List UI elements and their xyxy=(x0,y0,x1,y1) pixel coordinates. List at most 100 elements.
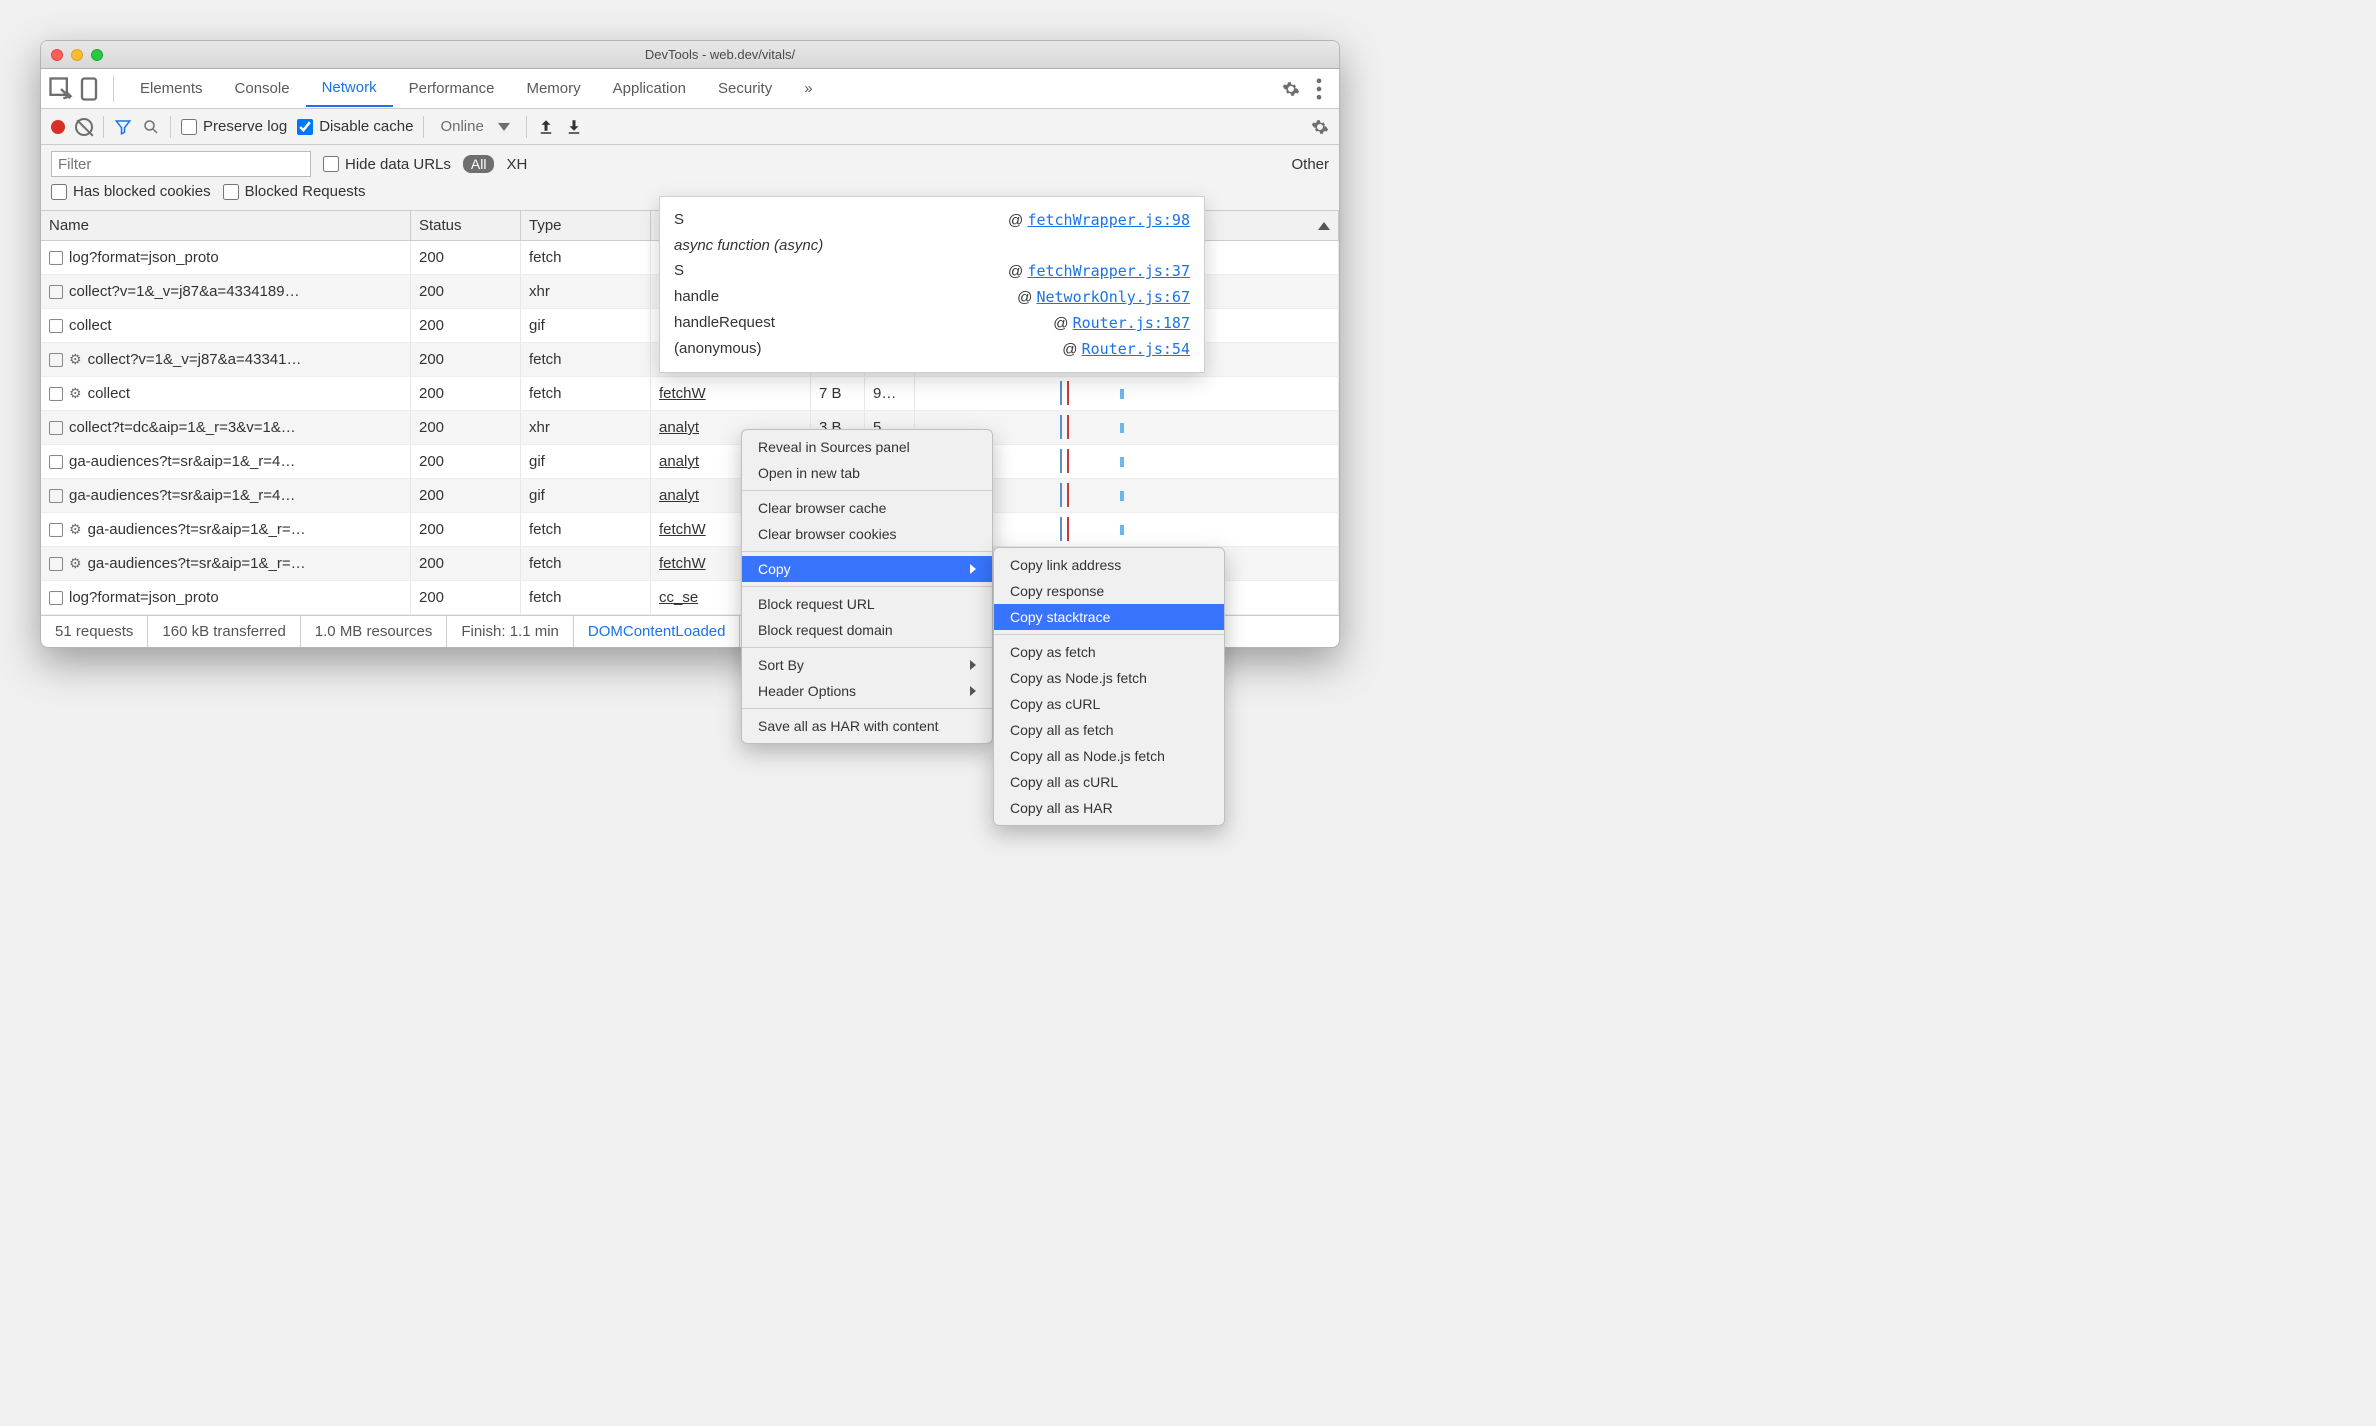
search-icon[interactable] xyxy=(142,118,160,136)
file-icon xyxy=(49,319,63,333)
request-name: collect?v=1&_v=j87&a=43341… xyxy=(88,351,302,368)
gear-icon: ⚙ xyxy=(69,555,82,572)
throttling-select[interactable]: Online xyxy=(434,118,515,135)
type-cell: fetch xyxy=(521,241,651,274)
request-name: collect?v=1&_v=j87&a=4334189… xyxy=(69,283,300,300)
initiator-cell[interactable]: fetchW xyxy=(651,377,811,410)
file-icon xyxy=(49,285,63,299)
menu-save-har[interactable]: Save all as HAR with content xyxy=(742,713,992,739)
tab-application[interactable]: Application xyxy=(597,71,702,106)
file-icon xyxy=(49,489,63,503)
request-name: collect xyxy=(88,385,131,402)
stack-link[interactable]: fetchWrapper.js:98 xyxy=(1027,211,1190,229)
blocked-requests-checkbox[interactable]: Blocked Requests xyxy=(223,183,366,200)
request-name: ga-audiences?t=sr&aip=1&_r=… xyxy=(88,555,306,572)
inspect-icon[interactable] xyxy=(47,75,75,103)
menu-copy[interactable]: Copy xyxy=(742,556,992,582)
window-title: DevTools - web.dev/vitals/ xyxy=(111,47,1329,62)
size-cell: 7 B xyxy=(811,377,865,410)
submenu-copy-all-har[interactable]: Copy all as HAR xyxy=(994,795,1224,821)
type-cell: xhr xyxy=(521,411,651,444)
titlebar: DevTools - web.dev/vitals/ xyxy=(41,41,1339,69)
tab-performance[interactable]: Performance xyxy=(393,71,511,106)
col-type[interactable]: Type xyxy=(521,211,651,240)
chevron-down-icon xyxy=(498,123,510,131)
tab-network[interactable]: Network xyxy=(306,70,393,107)
disable-cache-checkbox[interactable]: Disable cache xyxy=(297,118,413,135)
submenu-copy-fetch[interactable]: Copy as fetch xyxy=(994,639,1224,665)
type-cell: gif xyxy=(521,479,651,512)
col-status[interactable]: Status xyxy=(411,211,521,240)
upload-icon[interactable] xyxy=(537,118,555,136)
filter-type-xhr[interactable]: XH xyxy=(506,156,527,173)
menu-sort-by[interactable]: Sort By xyxy=(742,652,992,678)
download-icon[interactable] xyxy=(565,118,583,136)
submenu-copy-curl[interactable]: Copy as cURL xyxy=(994,691,1224,717)
tabs-overflow[interactable]: » xyxy=(788,71,828,106)
menu-open-new-tab[interactable]: Open in new tab xyxy=(742,460,992,486)
submenu-copy-all-curl[interactable]: Copy all as cURL xyxy=(994,769,1224,795)
menu-block-domain[interactable]: Block request domain xyxy=(742,617,992,643)
status-cell: 200 xyxy=(411,513,521,546)
table-row[interactable]: ⚙ga-audiences?t=sr&aip=1&_r=…200fetchfet… xyxy=(41,513,1339,547)
footer-finish: Finish: 1.1 min xyxy=(447,616,574,647)
request-name: log?format=json_proto xyxy=(69,589,219,606)
submenu-copy-all-fetch[interactable]: Copy all as fetch xyxy=(994,717,1224,743)
status-cell: 200 xyxy=(411,581,521,614)
table-row[interactable]: ga-audiences?t=sr&aip=1&_r=4…200gifanaly… xyxy=(41,479,1339,513)
status-cell: 200 xyxy=(411,479,521,512)
submenu-copy-stacktrace[interactable]: Copy stacktrace xyxy=(994,604,1224,630)
hide-data-urls-checkbox[interactable]: Hide data URLs xyxy=(323,156,451,173)
filter-all-pill[interactable]: All xyxy=(463,155,495,173)
col-name[interactable]: Name xyxy=(41,211,411,240)
filter-type-other[interactable]: Other xyxy=(1291,156,1329,173)
record-icon[interactable] xyxy=(51,120,65,134)
status-cell: 200 xyxy=(411,411,521,444)
gear-icon: ⚙ xyxy=(69,521,82,538)
has-blocked-cookies-checkbox[interactable]: Has blocked cookies xyxy=(51,183,211,200)
status-cell: 200 xyxy=(411,275,521,308)
menu-clear-cookies[interactable]: Clear browser cookies xyxy=(742,521,992,547)
network-settings-icon[interactable] xyxy=(1311,118,1329,136)
tab-memory[interactable]: Memory xyxy=(510,71,596,106)
type-cell: fetch xyxy=(521,547,651,580)
file-icon xyxy=(49,251,63,265)
device-icon[interactable] xyxy=(75,75,103,103)
tab-console[interactable]: Console xyxy=(219,71,306,106)
tab-elements[interactable]: Elements xyxy=(124,71,219,106)
menu-reveal-sources[interactable]: Reveal in Sources panel xyxy=(742,434,992,460)
kebab-icon[interactable] xyxy=(1305,75,1333,103)
footer-transferred: 160 kB transferred xyxy=(148,616,300,647)
stack-link[interactable]: NetworkOnly.js:67 xyxy=(1036,288,1190,306)
file-icon xyxy=(49,455,63,469)
chevron-right-icon xyxy=(970,686,976,696)
stack-link[interactable]: Router.js:54 xyxy=(1082,340,1190,358)
preserve-log-checkbox[interactable]: Preserve log xyxy=(181,118,287,135)
status-cell: 200 xyxy=(411,445,521,478)
clear-icon[interactable] xyxy=(75,118,93,136)
filter-input[interactable] xyxy=(51,151,311,177)
zoom-icon[interactable] xyxy=(91,49,103,61)
file-icon xyxy=(49,591,63,605)
request-name: collect?t=dc&aip=1&_r=3&v=1&… xyxy=(69,419,296,436)
table-row[interactable]: ga-audiences?t=sr&aip=1&_r=4…200gifanaly… xyxy=(41,445,1339,479)
menu-header-options[interactable]: Header Options xyxy=(742,678,992,704)
submenu-copy-all-node-fetch[interactable]: Copy all as Node.js fetch xyxy=(994,743,1224,769)
footer-domcontentloaded: DOMContentLoaded xyxy=(574,616,741,647)
submenu-copy-response[interactable]: Copy response xyxy=(994,578,1224,604)
gear-icon[interactable] xyxy=(1277,75,1305,103)
filter-icon[interactable] xyxy=(114,118,132,136)
submenu-copy-node-fetch[interactable]: Copy as Node.js fetch xyxy=(994,665,1224,691)
table-row[interactable]: ⚙collect200fetchfetchW7 B9… xyxy=(41,377,1339,411)
submenu-copy-link[interactable]: Copy link address xyxy=(994,552,1224,578)
stack-link[interactable]: Router.js:187 xyxy=(1073,314,1190,332)
tab-security[interactable]: Security xyxy=(702,71,788,106)
menu-block-url[interactable]: Block request URL xyxy=(742,591,992,617)
type-cell: fetch xyxy=(521,513,651,546)
close-icon[interactable] xyxy=(51,49,63,61)
minimize-icon[interactable] xyxy=(71,49,83,61)
table-row[interactable]: collect?t=dc&aip=1&_r=3&v=1&…200xhranaly… xyxy=(41,411,1339,445)
menu-clear-cache[interactable]: Clear browser cache xyxy=(742,495,992,521)
stack-link[interactable]: fetchWrapper.js:37 xyxy=(1027,262,1190,280)
request-name: log?format=json_proto xyxy=(69,249,219,266)
